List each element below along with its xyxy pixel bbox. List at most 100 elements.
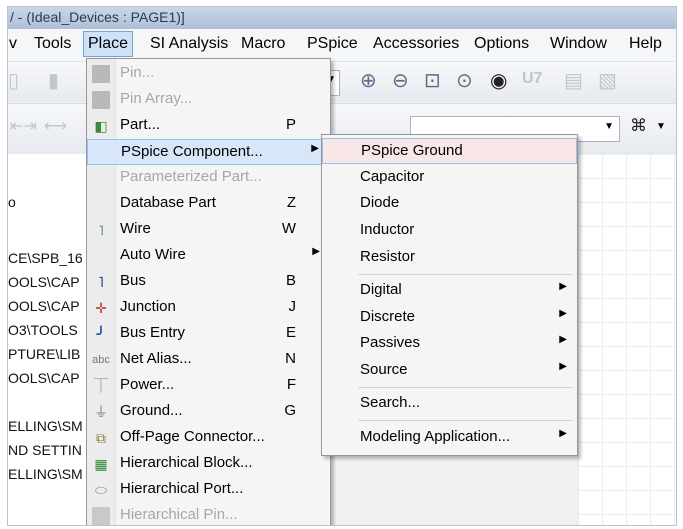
panel-row[interactable]: CE\SPB_16 [8,250,83,266]
panel-row[interactable]: ND SETTIN [8,442,82,458]
menu-item-junction[interactable]: ✛ Junction J [87,295,330,321]
menu-item-off-page-connector[interactable]: ⧉ Off-Page Connector... [87,425,330,451]
menu-item-label: Resistor [360,248,416,265]
menu-separator [358,387,573,388]
off-page-connector-icon: ⧉ [96,430,106,446]
menu-item-bus-entry[interactable]: ╯ Bus Entry E [87,321,330,347]
u7-icon[interactable]: U7 [522,70,542,88]
chevron-down-icon: ▼ [604,121,614,132]
zoom-in-icon[interactable]: ⊕ [360,68,377,93]
menu-item-power[interactable]: ⏉ Power... F [87,373,330,399]
project-manager-panel: o CE\SPB_16 OOLS\CAP OOLS\CAP O3\TOOLS P… [8,154,93,525]
bus-icon: ˥ [98,274,104,290]
menu-tools[interactable]: Tools [34,35,71,53]
menu-item-bus[interactable]: ˥ Bus B [87,269,330,295]
menu-item-ground[interactable]: ⏚ Ground... G [87,399,330,425]
menu-item-label: Wire [120,220,151,237]
open-icon[interactable]: ▯ [8,68,19,93]
hierarchical-block-icon: ▦ [94,456,108,472]
menu-item-database-part[interactable]: Database Part Z [87,191,330,217]
panel-row[interactable]: OOLS\CAP [8,274,80,290]
menu-item-label: Hierarchical Pin... [120,506,238,523]
export-icon[interactable]: ▧ [598,68,617,93]
submenu-arrow-icon: ▶ [559,334,567,345]
menu-item-label: Capacitor [360,168,425,185]
zoom-area-icon[interactable]: ⊡ [424,68,441,93]
menu-item-label: Pin... [120,64,155,81]
submenu-item-inductor[interactable]: Inductor [322,218,577,244]
spacing-icon[interactable]: ⟷ [44,116,67,136]
panel-row[interactable]: OOLS\CAP [8,370,80,386]
pin-icon [92,65,110,83]
submenu-item-pspice-ground[interactable]: PSpice Ground [322,138,577,164]
menu-place[interactable]: Place [83,31,134,57]
panel-row: o [8,194,16,210]
submenu-item-diode[interactable]: Diode [322,191,577,217]
submenu-arrow-icon: ▶ [559,308,567,319]
menu-separator [358,420,573,421]
menu-item-wire[interactable]: ˥ Wire W [87,217,330,243]
menu-pspice[interactable]: PSpice [307,35,358,53]
schematic-canvas[interactable] [578,154,676,525]
menu-macro[interactable]: Macro [241,35,285,53]
pin-array-icon [92,91,110,109]
menu-item-label: Database Part [120,194,216,211]
binoculars-icon[interactable]: ⌘ [630,116,647,136]
menu-item-parameterized-part[interactable]: Parameterized Part... [87,165,330,191]
submenu-item-search[interactable]: Search... [322,391,577,417]
menu-item-label: Auto Wire [120,246,186,263]
menu-item-label: Source [360,361,408,378]
menu-accessories[interactable]: Accessories [373,35,459,53]
submenu-arrow-icon: ▶ [312,246,320,257]
panel-row[interactable]: O3\TOOLS [8,322,78,338]
menu-item-pspice-component[interactable]: PSpice Component... ▶ [87,139,330,165]
menu-item-label: Part... [120,116,161,133]
submenu-item-passives[interactable]: Passives ▶ [322,331,577,357]
bus-entry-icon: ╯ [96,326,106,342]
submenu-item-capacitor[interactable]: Capacitor [322,165,577,191]
menu-item-hierarchical-port[interactable]: ⬭ Hierarchical Port... [87,477,330,503]
menu-item-auto-wire[interactable]: Auto Wire ▶ [87,243,330,269]
menu-help[interactable]: Help [629,35,662,53]
menu-window[interactable]: Window [550,35,607,53]
submenu-item-modeling-application[interactable]: Modeling Application... ▶ [322,425,577,451]
align-icon[interactable]: ⇤⇥ [10,116,37,136]
submenu-item-discrete[interactable]: Discrete ▶ [322,305,577,331]
save-icon[interactable]: ▮ [48,68,59,93]
menu-item-hierarchical-block[interactable]: ▦ Hierarchical Block... [87,451,330,477]
menu-item-label: Power... [120,376,175,393]
title-bar: / - (Ideal_Devices : PAGE1)] [8,7,676,29]
shortcut-key: N [285,350,296,367]
zoom-all-icon[interactable]: ⊙ [456,68,473,93]
zoom-out-icon[interactable]: ⊖ [392,68,409,93]
panel-row[interactable]: ELLING\SM [8,418,83,434]
submenu-arrow-icon: ▶ [559,361,567,372]
panel-row[interactable]: ELLING\SM [8,466,83,482]
menu-item-pin[interactable]: Pin... [87,61,330,87]
menu-item-label: PSpice Component... [121,143,263,160]
eye-icon[interactable]: ◉ [490,68,507,93]
menu-item-net-alias[interactable]: abc Net Alias... N [87,347,330,373]
menu-item-label: Diode [360,194,400,211]
annotate-icon[interactable]: ▤ [564,68,583,93]
submenu-item-resistor[interactable]: Resistor [322,245,577,271]
menu-item-label: Bus [120,272,146,289]
menu-item-label: Hierarchical Port... [120,480,244,497]
shortcut-key: P [285,116,296,133]
hierarchical-pin-icon [92,507,110,525]
chevron-down-icon[interactable]: ▼ [656,121,666,132]
menu-item-pin-array[interactable]: Pin Array... [87,87,330,113]
submenu-arrow-icon: ▶ [559,428,567,439]
panel-row[interactable]: PTURE\LIB [8,346,80,362]
menu-item-part[interactable]: ◧ Part... P [87,113,330,139]
menu-view[interactable]: v [9,35,17,53]
submenu-item-source[interactable]: Source ▶ [322,358,577,384]
panel-row[interactable]: OOLS\CAP [8,298,80,314]
menu-item-hierarchical-pin[interactable]: Hierarchical Pin... [87,503,330,525]
shortcut-key: G [284,402,296,419]
submenu-item-digital[interactable]: Digital ▶ [322,278,577,304]
menu-item-label: Bus Entry [120,324,186,341]
menu-si-analysis[interactable]: SI Analysis [150,35,228,53]
menu-item-label: Parameterized Part... [120,168,262,185]
menu-options[interactable]: Options [474,35,529,53]
